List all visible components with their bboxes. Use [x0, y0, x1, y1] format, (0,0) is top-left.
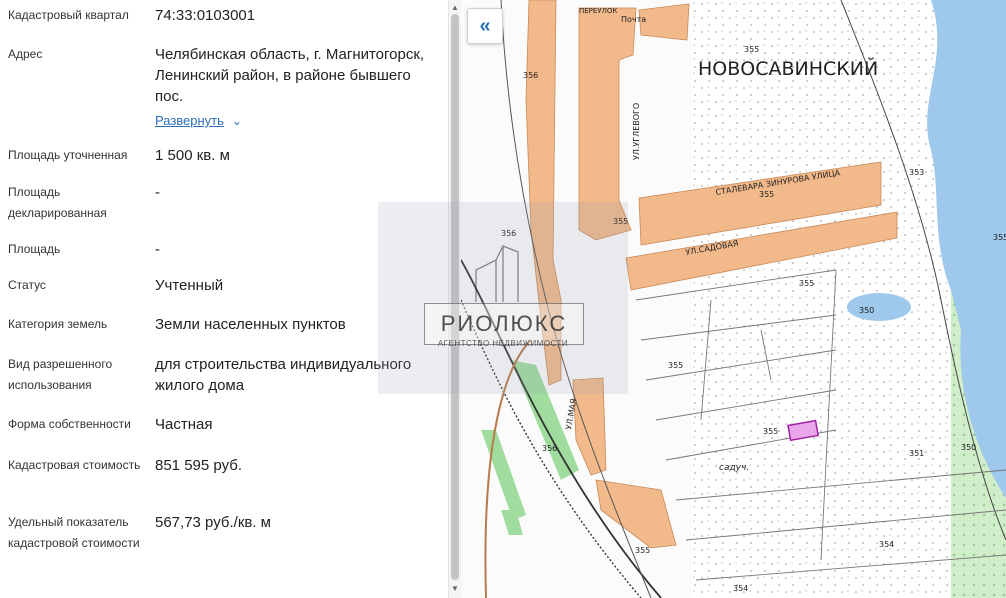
elevation-label: 350	[859, 306, 874, 315]
post-office-label: Почта	[621, 15, 646, 24]
field-value: 851 595 руб.	[155, 457, 242, 474]
field-value: 74:33:0103001	[155, 7, 256, 24]
street-uglevogo-label: УЛ.УГЛЕВОГО	[632, 103, 641, 160]
elevation-label: 355	[635, 546, 650, 555]
district-name-label: НОВОСАВИНСКИЙ	[698, 57, 878, 80]
chevron-down-icon[interactable]: ⌄	[232, 111, 242, 132]
elevation-label: 350	[961, 443, 976, 452]
field-label: Статус	[8, 278, 46, 292]
elevation-label: 354	[879, 540, 894, 549]
street-pereulok-label: ПЕРЕУЛОК	[579, 7, 617, 15]
pond-water	[847, 293, 911, 321]
watermark-overlay	[378, 202, 628, 394]
field-value: 1 500 кв. м	[155, 147, 230, 164]
field-label: Вид разрешенного использования	[8, 357, 113, 392]
field-label: Удельный показатель кадастровой стоимост…	[8, 515, 140, 550]
watermark-building-logo	[475, 245, 519, 302]
elevation-label: 351	[909, 449, 924, 458]
elevation-label: 353	[909, 168, 924, 177]
field-label: Площадь декларированная	[8, 185, 107, 220]
field-value: Челябинская область, г. Магнитогорск, Ле…	[155, 46, 425, 105]
expand-wrap: Развернуть ⌄	[155, 110, 440, 132]
field-label: Кадастровая стоимость	[8, 458, 141, 472]
field-value: Частная	[155, 416, 213, 433]
field-label: Площадь уточненная	[8, 148, 128, 162]
elevation-label: 355	[744, 45, 759, 54]
elevation-label: 354	[733, 584, 748, 593]
built-block-ne	[638, 3, 690, 41]
field-label: Форма собственности	[8, 417, 131, 431]
field-label: Категория земель	[8, 317, 108, 331]
elevation-label: 356	[542, 444, 557, 453]
watermark-subtitle: АГЕНТСТВО НЕДВИЖИМОСТИ	[437, 339, 569, 348]
field-label: Адрес	[8, 47, 43, 61]
expand-link[interactable]: Развернуть	[155, 110, 224, 131]
elevation-label: 355	[799, 279, 814, 288]
elevation-label: 355	[763, 427, 778, 436]
scroll-up-arrow-icon[interactable]: ▲	[451, 3, 459, 12]
double-chevron-left-icon: «	[479, 14, 491, 37]
elevation-label: 356	[523, 71, 538, 80]
field-value: 567,73 руб./кв. м	[155, 514, 271, 531]
collapse-panel-button[interactable]: «	[467, 8, 503, 44]
elevation-label: 355	[759, 190, 774, 199]
elevation-label: 355	[993, 233, 1006, 242]
field-label: Кадастровый квартал	[8, 8, 129, 22]
scroll-down-arrow-icon[interactable]: ▼	[451, 584, 459, 593]
garden-label: садуч.	[719, 463, 749, 473]
field-label: Площадь	[8, 242, 61, 256]
elevation-label: 355	[668, 361, 683, 370]
field-value: -	[155, 184, 160, 201]
